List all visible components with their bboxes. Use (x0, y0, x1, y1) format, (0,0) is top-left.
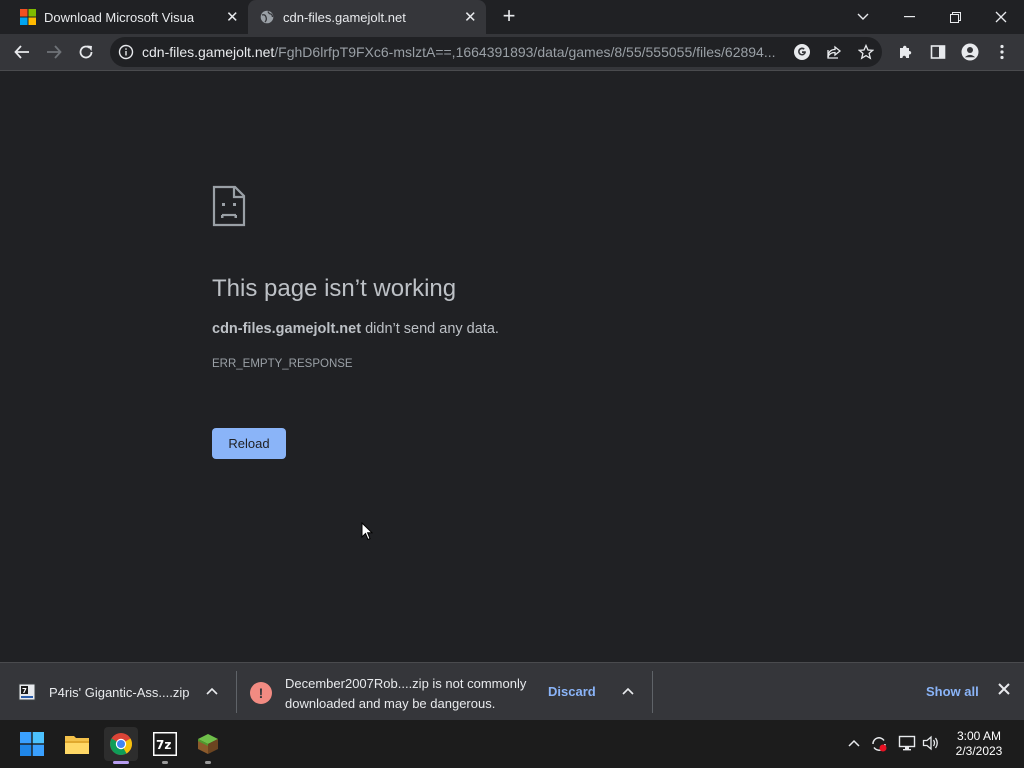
discard-button[interactable]: Discard (548, 684, 596, 699)
show-all-downloads-link[interactable]: Show all (926, 684, 979, 699)
sad-page-icon (212, 185, 246, 232)
file-explorer-icon[interactable] (60, 727, 94, 761)
start-button[interactable] (15, 727, 49, 761)
side-panel-icon[interactable] (924, 38, 952, 66)
globe-icon (260, 10, 274, 24)
chevron-up-icon[interactable] (622, 684, 634, 698)
tab-cdn-files[interactable]: cdn-files.gamejolt.net ✕ (248, 0, 486, 34)
close-window-icon[interactable] (978, 0, 1024, 34)
svg-text:7: 7 (22, 687, 27, 695)
error-host: cdn-files.gamejolt.net (212, 321, 362, 337)
download-filename: P4ris' Gigantic-Ass....zip (49, 684, 190, 700)
url-path: /FghD6lrfpT9FXc6-mslztA==,1664391893/dat… (274, 44, 776, 60)
network-icon[interactable] (898, 735, 916, 754)
back-icon[interactable] (8, 38, 36, 66)
system-clock[interactable]: 3:00 AM 2/3/2023 (946, 729, 1012, 759)
url-host: cdn-files.gamejolt.net (142, 44, 275, 60)
forward-icon[interactable] (40, 38, 68, 66)
sync-status-icon[interactable] (870, 735, 888, 756)
new-tab-button[interactable]: + (498, 5, 520, 27)
tab-download-visual-cpp[interactable]: Download Microsoft Visual C++ ✕ (8, 0, 246, 34)
dangerous-download-message: December2007Rob....zip is not commonly d… (285, 676, 527, 711)
tab-title: cdn-files.gamejolt.net (283, 9, 406, 25)
page-content: This page isn’t working cdn-files.gamejo… (0, 71, 1024, 662)
shelf-divider (652, 671, 653, 713)
tab-search-chevron-icon[interactable] (840, 0, 886, 34)
restore-icon[interactable] (932, 0, 978, 34)
google-lens-icon[interactable] (790, 40, 814, 64)
volume-icon[interactable] (922, 735, 940, 754)
error-code: ERR_EMPTY_RESPONSE (212, 358, 353, 370)
error-description: cdn-files.gamejolt.net didn’t send any d… (212, 321, 499, 337)
clock-date: 2/3/2023 (955, 744, 1003, 758)
danger-warning-icon: ! (250, 682, 272, 704)
zip-file-icon: 7 (18, 683, 36, 701)
running-app-indicator (205, 761, 211, 764)
running-app-indicator (162, 761, 168, 764)
show-hidden-icons-chevron-icon[interactable] (848, 734, 860, 750)
url-text[interactable]: cdn-files.gamejolt.net/FghD6lrfpT9FXc6-m… (142, 44, 782, 60)
svg-text:7z: 7z (156, 738, 171, 752)
minecraft-icon[interactable] (191, 727, 225, 764)
chrome-icon[interactable] (104, 727, 138, 764)
windows-logo-icon (20, 9, 36, 25)
7zip-icon[interactable]: 7z (148, 727, 182, 764)
chevron-up-icon[interactable] (206, 684, 218, 698)
close-tab-icon[interactable]: ✕ (464, 8, 477, 26)
close-tab-icon[interactable]: ✕ (226, 8, 239, 26)
bookmark-star-icon[interactable] (854, 40, 878, 64)
browser-toolbar: cdn-files.gamejolt.net/FghD6lrfpT9FXc6-m… (0, 34, 1024, 71)
share-icon[interactable] (822, 40, 846, 64)
reload-button[interactable]: Reload (212, 428, 286, 459)
minimize-icon[interactable] (886, 0, 932, 34)
tab-title: Download Microsoft Visual C++ (44, 9, 194, 25)
error-message: didn’t send any data. (361, 321, 499, 337)
mouse-pointer-icon (361, 521, 374, 546)
profile-avatar-icon[interactable] (956, 38, 984, 66)
download-item-zip[interactable]: 7 P4ris' Gigantic-Ass....zip (18, 663, 189, 721)
windows-taskbar: 7z 3:00 AM 2/3/2023 (0, 720, 1024, 768)
download-shelf: 7 P4ris' Gigantic-Ass....zip ! December2… (0, 662, 1024, 720)
tab-strip: Download Microsoft Visual C++ ✕ cdn-file… (0, 0, 1024, 34)
error-title: This page isn’t working (212, 275, 457, 302)
info-icon[interactable] (118, 44, 134, 60)
menu-kebab-icon[interactable] (988, 38, 1016, 66)
clock-time: 3:00 AM (956, 729, 1002, 743)
reload-icon[interactable] (72, 38, 100, 66)
active-app-indicator (113, 761, 129, 764)
close-shelf-icon[interactable] (998, 682, 1010, 700)
extensions-puzzle-icon[interactable] (892, 38, 920, 66)
address-bar[interactable]: cdn-files.gamejolt.net/FghD6lrfpT9FXc6-m… (110, 37, 882, 67)
shelf-divider (236, 671, 237, 713)
